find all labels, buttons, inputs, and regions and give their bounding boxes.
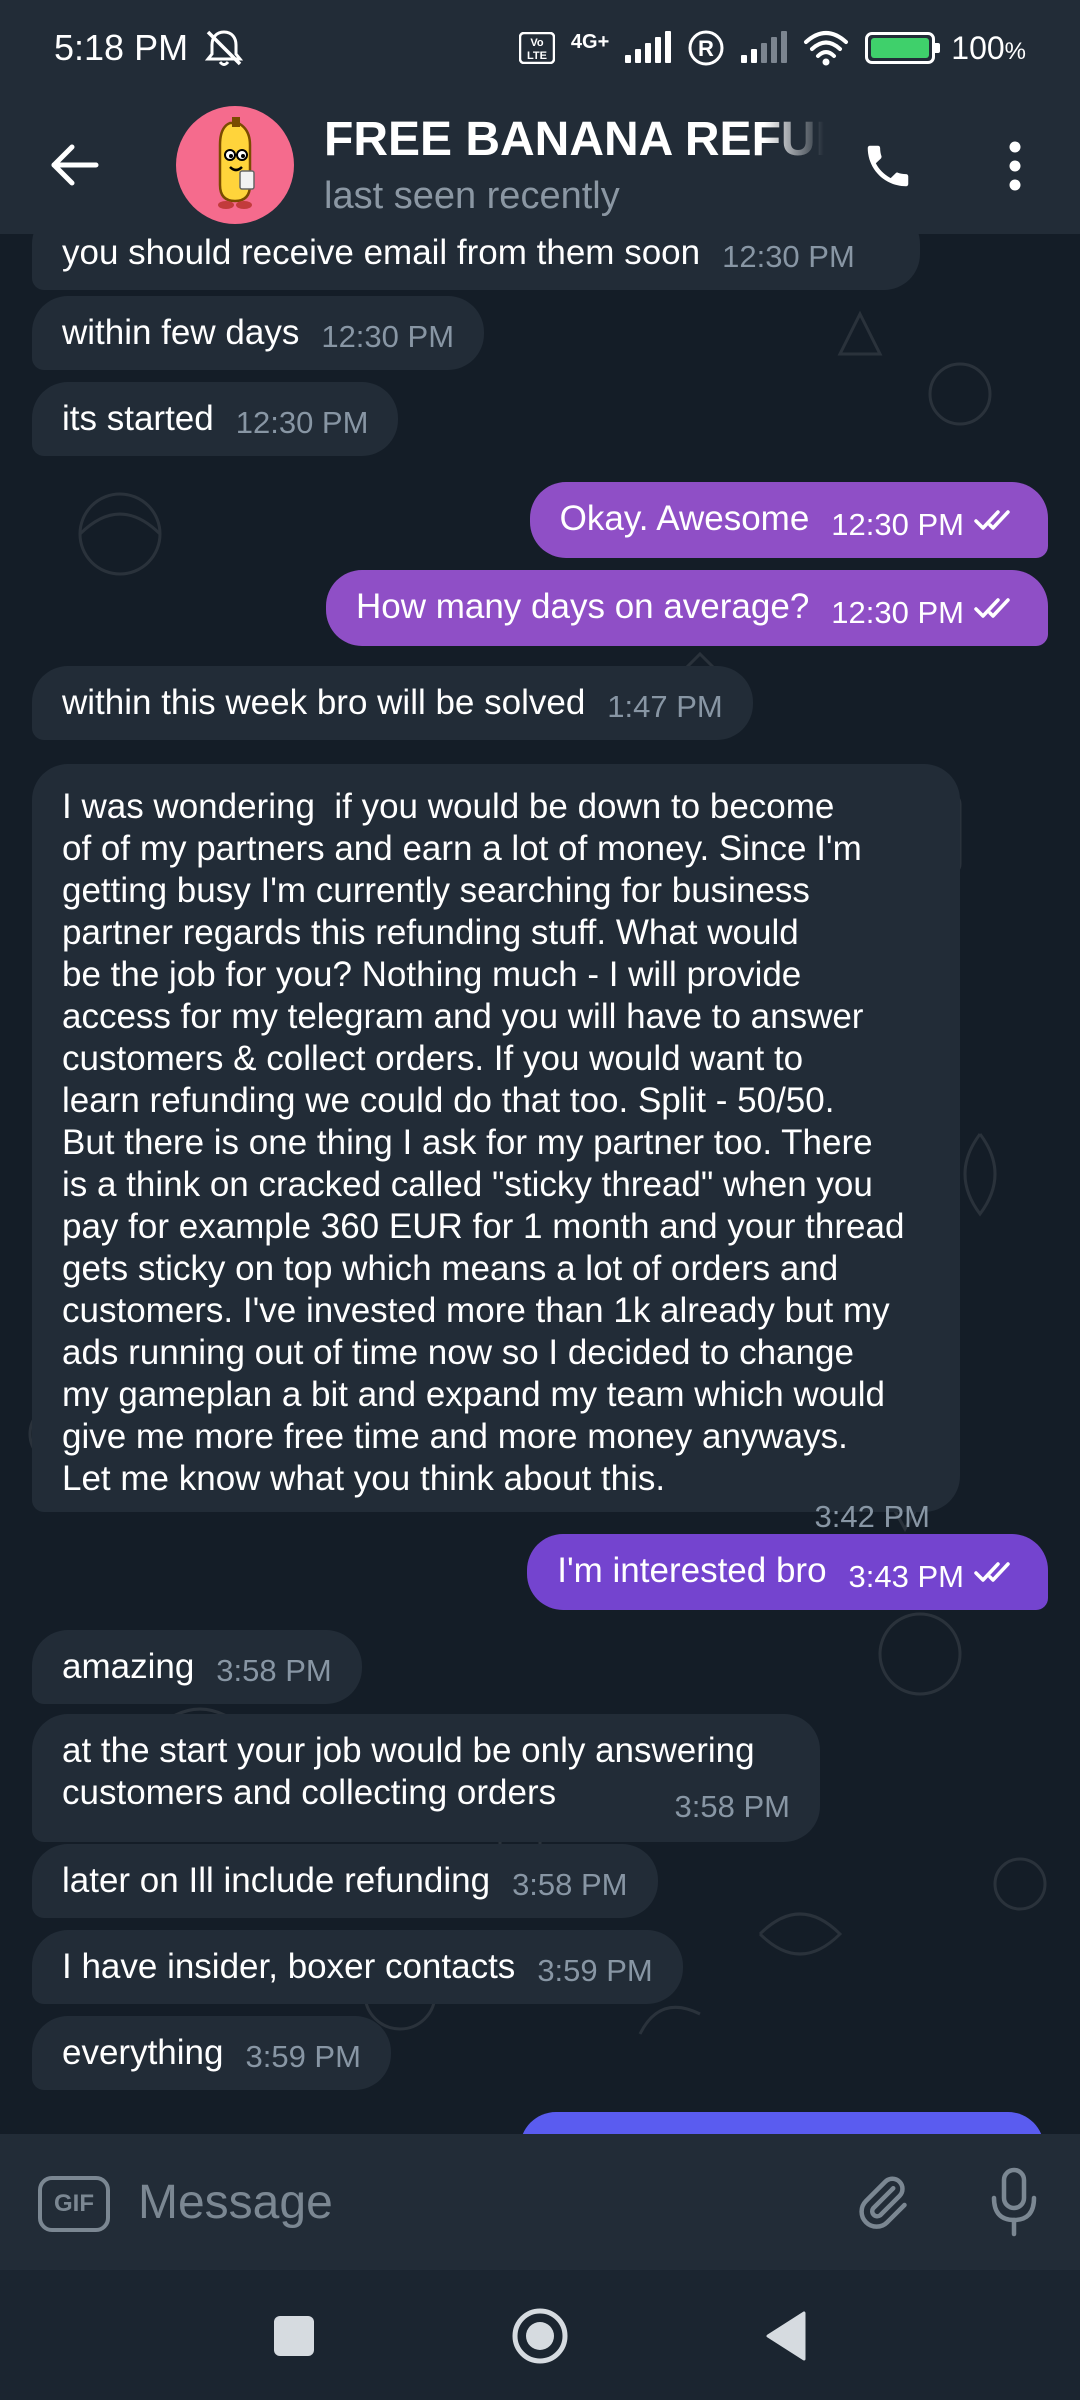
home-button[interactable] [502, 2298, 578, 2374]
svg-text:R: R [698, 36, 714, 61]
message-text: within few days [62, 313, 300, 352]
message-time: 1:47 PM [607, 689, 723, 724]
roaming-icon: R [687, 29, 725, 67]
message-time: 12:30 PM [831, 594, 964, 630]
voice-record-button[interactable] [982, 2164, 1046, 2240]
more-options-button[interactable] [980, 126, 1050, 206]
signal-strength-icon [625, 31, 672, 63]
triangle-icon [766, 2311, 806, 2361]
square-icon [274, 2316, 314, 2356]
message-bubble-incoming[interactable]: you should receive email from them soon 1… [32, 234, 920, 290]
message-text: you should receive email from them soon [62, 234, 701, 272]
message-text: within this week bro will be solved [62, 683, 586, 722]
chat-title: FREE BANANA REFUNDS [324, 113, 824, 166]
message-time: 3:58 PM [674, 1789, 790, 1824]
message-bubble-incoming[interactable]: at the start your job would be only answ… [32, 1714, 820, 1842]
battery-level [871, 38, 930, 58]
wifi-icon [803, 30, 849, 66]
message-time: 12:30 PM [831, 506, 964, 542]
message-bubble-incoming[interactable]: everything 3:59 PM [32, 2016, 391, 2090]
battery-icon [865, 32, 941, 64]
message-bubble-incoming[interactable]: I have insider, boxer contacts 3:59 PM [32, 1930, 683, 2004]
gif-button[interactable]: GIF [38, 2176, 110, 2232]
volte-icon: Vo LTE [518, 32, 555, 64]
message-text: I'm interested bro [557, 1551, 827, 1590]
message-text: at the start your job would be only answ… [62, 1731, 755, 1812]
network-type-label: 4G+ [570, 31, 610, 53]
message-bubble-incoming[interactable]: I was wondering if you would be down to … [32, 764, 960, 1534]
system-back-button[interactable] [748, 2298, 824, 2374]
chat-status: last seen recently [324, 175, 620, 217]
phone-icon [867, 145, 909, 187]
message-time: 3:42 PM [814, 1499, 930, 1534]
message-list[interactable]: you should receive email from them soon 1… [0, 234, 1080, 2134]
message-time: 3:58 PM [512, 1867, 628, 1902]
call-button[interactable] [848, 126, 928, 206]
message-text: everything [62, 2033, 224, 2072]
message-text: amazing [62, 1647, 195, 1686]
message-bubble-incoming[interactable]: its started 12:30 PM [32, 382, 399, 456]
avatar[interactable] [176, 106, 294, 224]
message-text: I have insider, boxer contacts [62, 1947, 516, 1986]
gif-label: GIF [54, 2190, 94, 2217]
chat-title-block[interactable]: FREE BANANA REFUNDS last seen recently [324, 112, 824, 218]
message-bubble-incoming[interactable]: amazing 3:58 PM [32, 1630, 362, 1704]
message-text: later on Ill include refunding [62, 1861, 491, 1900]
read-ticks-icon [974, 1552, 1018, 1594]
recents-button[interactable] [256, 2298, 332, 2374]
message-composer: GIF [0, 2134, 1080, 2270]
message-bubble-incoming[interactable]: within few days 12:30 PM [32, 296, 485, 370]
message-bubble-incoming[interactable]: later on Ill include refunding 3:58 PM [32, 1844, 658, 1918]
read-ticks-icon [974, 500, 1018, 542]
message-time: 12:30 PM [321, 319, 455, 354]
message-text: its started [62, 399, 214, 438]
attach-button[interactable] [850, 2170, 914, 2234]
svg-text:LTE: LTE [527, 50, 547, 62]
signal-strength-sim2-icon [741, 31, 788, 63]
status-bar: 5:18 PM Vo LTE 4G+ R 100% [0, 0, 1080, 96]
banana-avatar-icon [218, 117, 255, 209]
message-text: Okay. Awesome [559, 499, 810, 538]
read-ticks-icon [974, 588, 1018, 630]
status-time: 5:18 PM [54, 27, 189, 68]
message-time: 12:30 PM [722, 239, 855, 274]
arrow-left-icon [51, 144, 99, 186]
back-button[interactable] [0, 96, 150, 234]
message-time: 3:59 PM [245, 2039, 361, 2074]
message-text: How many days on average? [355, 587, 810, 626]
svg-text:Vo: Vo [530, 37, 544, 49]
message-bubble-outgoing[interactable]: I'm interested bro 3:43 PM [527, 1534, 1048, 1610]
message-bubble-outgoing[interactable]: How many days on average? 12:30 PM [325, 570, 1048, 646]
message-time: 3:59 PM [537, 1953, 653, 1988]
message-time: 12:30 PM [235, 405, 369, 440]
more-vertical-icon [1009, 141, 1021, 191]
chat-header: FREE BANANA REFUNDS last seen recently [0, 96, 1080, 234]
battery-percent: 100% [951, 29, 1026, 66]
system-navigation-bar [0, 2270, 1080, 2400]
circle-icon [512, 2308, 568, 2364]
mute-notifications-icon [202, 28, 246, 68]
message-bubble-incoming[interactable]: within this week bro will be solved 1:47 … [32, 666, 753, 740]
paperclip-icon [859, 2176, 907, 2229]
message-input[interactable] [138, 2164, 818, 2240]
message-time: 3:58 PM [216, 1653, 332, 1688]
message-bubble-outgoing-partial[interactable] [520, 2112, 1044, 2134]
microphone-icon [991, 2167, 1037, 2237]
message-time: 3:43 PM [848, 1558, 964, 1594]
message-bubble-outgoing[interactable]: Okay. Awesome 12:30 PM [529, 482, 1048, 558]
message-text: I was wondering if you would be down to … [62, 787, 905, 1498]
